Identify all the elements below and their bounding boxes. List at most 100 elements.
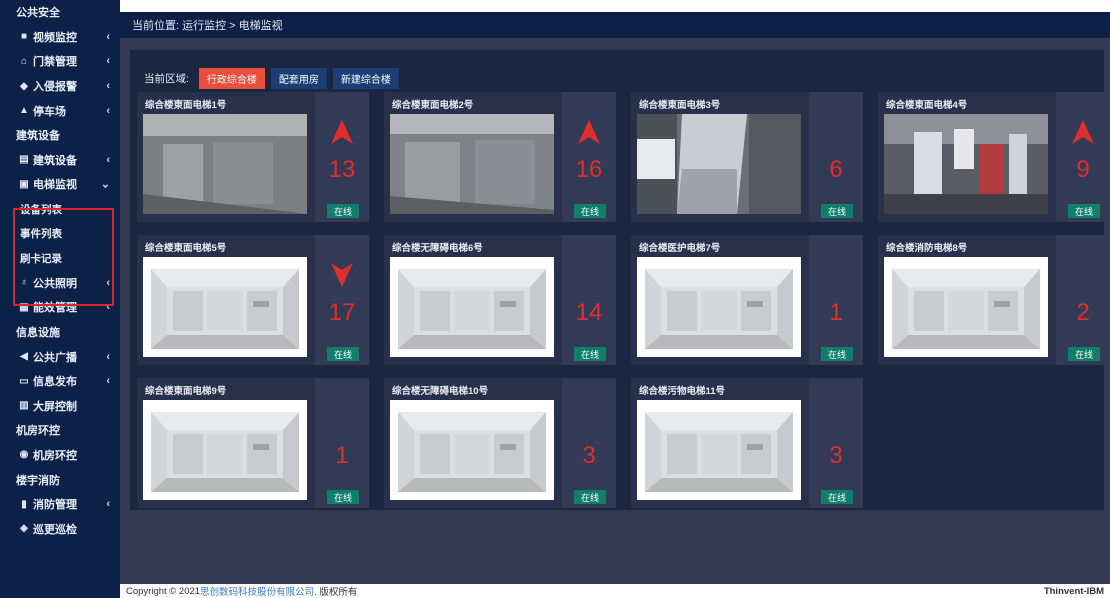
online-status-badge: 在线 [821,204,853,218]
elevator-card[interactable]: 综合楼東面电梯1号 13 在线 [137,92,369,222]
area-selector: 当前区域: 行政综合楼 配套用房 新建综合楼 [144,68,399,89]
online-status-badge: 在线 [574,204,606,218]
sidebar-item-label: 电梯监视 [33,179,77,192]
sidebar-item-label: 信息发布 [33,376,77,389]
sidebar-item[interactable]: ◆ 入侵报警 ‹ [0,74,120,99]
sidebar-item[interactable]: ■ 视频监控 ‹ [0,25,120,50]
sidebar-item-label: 机房环控 [16,425,60,438]
main-content: 当前区域: 行政综合楼 配套用房 新建综合楼 综合楼東面电梯1号 13 在线 综合楼東… [120,38,1110,584]
sidebar-item-label: 公共安全 [16,7,60,20]
elevator-cabin-image[interactable] [637,400,801,500]
elevator-camera-feed[interactable] [390,114,554,214]
area-button-supporting[interactable]: 配套用房 [270,68,327,89]
elevator-cabin-image[interactable] [390,257,554,357]
area-label: 当前区域: [144,73,189,85]
area-button-new[interactable]: 新建综合楼 [332,68,399,89]
sidebar-item[interactable]: ⌂ 门禁管理 ‹ [0,49,120,74]
elevator-floor-number: 3 [829,442,843,469]
online-status-badge: 在线 [327,204,359,218]
online-status-badge: 在线 [574,347,606,361]
elevator-icon: ▣ [19,178,29,190]
elevator-card[interactable]: 综合楼東面电梯5号 17 在线 [137,235,369,365]
elevator-cabin-image[interactable] [143,400,307,500]
sidebar-item[interactable]: ▣ 电梯监视 ⌄ [0,172,120,197]
elevator-floor-number: 6 [829,156,843,183]
arrow-up-icon [1072,120,1094,144]
sidebar-item[interactable]: ◉ 机房环控 [0,443,120,468]
online-status-badge: 在线 [327,347,359,361]
sidebar-item-label: 建筑设备 [33,154,77,167]
sidebar-item-label: 门禁管理 [33,56,77,69]
elevator-name: 综合楼医护电梯7号 [639,243,721,254]
elevator-name: 综合楼消防电梯8号 [886,243,968,254]
sidebar-item-label: 建筑设备 [16,130,60,143]
app-root: 公共安全 ■ 视频监控 ‹ ⌂ 门禁管理 ‹ ◆ 入侵报警 ‹ ▲ 停车场 ‹ 建筑设备 ▤ 建筑设备 ‹ ▣ 电梯… [0,0,1110,598]
sidebar-item[interactable]: ▲ 停车场 ‹ [0,98,120,123]
car-icon: ▲ [19,105,29,117]
elevator-card[interactable]: 综合楼污物电梯11号 3 在线 [631,378,863,508]
elevator-card[interactable]: 综合楼医护电梯7号 1 在线 [631,235,863,365]
sidebar-item[interactable]: ▭ 信息发布 ‹ [0,369,120,394]
online-status-badge: 在线 [574,490,606,504]
breadcrumb-text: 当前位置: 运行监控 > 电梯监视 [132,20,283,32]
elevator-name: 综合楼東面电梯3号 [639,100,721,111]
sidebar-section: 信息设施 [0,320,120,345]
chevron-left-icon: ‹ [106,498,110,511]
elevator-cabin-image[interactable] [884,257,1048,357]
sidebar-item[interactable]: ◈ 巡更巡检 [0,516,120,541]
footer-brand: Thinvent-IBM [1043,585,1104,597]
sidebar-section: 建筑设备 [0,123,120,148]
extinguisher-icon: ▮ [21,498,27,510]
elevator-floor-number: 14 [575,299,603,326]
elevator-card[interactable]: 综合楼東面电梯4号 9 在线 [878,92,1110,222]
sidebar-item-label: 入侵报警 [33,81,77,94]
elevator-camera-feed[interactable] [884,114,1048,214]
footer-company-link[interactable]: 思创数码科技股份有限公司 [200,584,314,598]
sidebar-section: 机房环控 [0,418,120,443]
online-status-badge: 在线 [327,490,359,504]
elevator-cabin-image[interactable] [390,400,554,500]
sidebar-item[interactable]: ▤ 建筑设备 ‹ [0,148,120,173]
sidebar-item-label: 公共广播 [33,351,77,364]
elevator-name: 综合楼污物电梯11号 [639,386,726,397]
monitor-icon: ▭ [19,375,29,387]
sidebar-section: 楼宇消防 [0,467,120,492]
elevator-floor-number: 1 [829,299,843,326]
elevator-card[interactable]: 综合楼无障碍电梯10号 3 在线 [384,378,616,508]
server-icon: ◉ [19,449,29,461]
sidebar-item-label: 停车场 [33,105,66,118]
online-status-badge: 在线 [821,490,853,504]
elevator-card[interactable]: 综合楼東面电梯2号 16 在线 [384,92,616,222]
online-status-badge: 在线 [1068,347,1100,361]
chevron-left-icon: ‹ [106,80,110,93]
patrol-icon: ◈ [20,523,28,535]
footer-copyright: Copyright © 2021 [126,585,201,597]
sidebar-item[interactable]: ▥ 大屏控制 [0,394,120,419]
elevator-card[interactable]: 综合楼消防电梯8号 2 在线 [878,235,1110,365]
sidebar-item-label: 大屏控制 [33,400,77,413]
elevator-cabin-image[interactable] [637,257,801,357]
sidebar-item[interactable]: ▮ 消防管理 ‹ [0,492,120,517]
elevator-name: 综合楼東面电梯2号 [392,100,474,111]
online-status-badge: 在线 [821,347,853,361]
video-icon: ■ [20,31,28,43]
elevator-cabin-image[interactable] [143,257,307,357]
sidebar-item[interactable]: ◀ 公共广播 ‹ [0,344,120,369]
sidebar-item-label: 机房环控 [33,449,77,462]
sidebar-item-label: 信息设施 [16,327,60,340]
sidebar-active-group-highlight [13,208,114,306]
elevator-floor-number: 17 [328,299,356,326]
grid-icon: ▥ [19,400,29,412]
chevron-left-icon: ‹ [106,153,110,166]
elevator-name: 综合楼无障碍电梯10号 [392,386,489,397]
elevator-card[interactable]: 综合楼无障碍电梯6号 14 在线 [384,235,616,365]
footer: Copyright © 2021 思创数码科技股份有限公司 . 版权所有 Thi… [120,584,1110,598]
elevator-card[interactable]: 综合楼東面电梯3号 6 在线 [631,92,863,222]
breadcrumb: 当前位置: 运行监控 > 电梯监视 [120,12,1110,38]
online-status-badge: 在线 [1068,204,1100,218]
elevator-card[interactable]: 综合楼東面电梯9号 1 在线 [137,378,369,508]
elevator-camera-feed[interactable] [637,114,801,214]
elevator-name: 综合楼東面电梯1号 [145,100,227,111]
area-button-admin[interactable]: 行政综合楼 [198,68,265,89]
elevator-camera-feed[interactable] [143,114,307,214]
